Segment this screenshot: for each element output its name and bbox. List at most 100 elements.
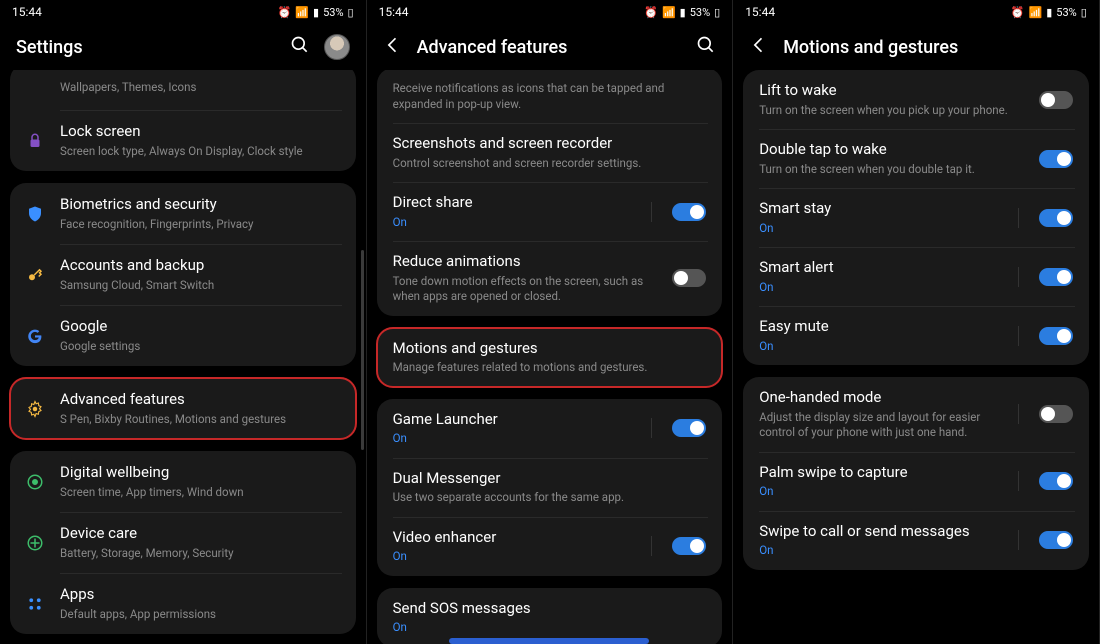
battery-icon: ▯ <box>348 6 354 19</box>
toggle-game-launcher[interactable] <box>672 419 706 437</box>
settings-row-apps[interactable]: Apps Default apps, App permissions <box>10 573 356 634</box>
battery-icon: ▯ <box>714 6 720 19</box>
signal-icon: ▮ <box>680 6 686 19</box>
row-video-enhancer[interactable]: Video enhancer On <box>377 517 723 576</box>
divider <box>1018 530 1019 550</box>
status-time: 15:44 <box>745 5 775 19</box>
row-smart-alert[interactable]: Smart alert On <box>743 247 1089 306</box>
page-title: Settings <box>16 37 276 58</box>
page-title: Advanced features <box>417 37 683 58</box>
status-bar: 15:44 ⏰ 📶 ▮ 53% ▯ <box>0 0 366 24</box>
row-double-tap[interactable]: Double tap to wake Turn on the screen wh… <box>743 129 1089 188</box>
battery-icon: ▯ <box>1081 6 1087 19</box>
alarm-icon: ⏰ <box>644 6 658 19</box>
settings-row-lockscreen[interactable]: Lock screen Screen lock type, Always On … <box>10 110 356 171</box>
shield-icon <box>24 203 46 225</box>
motions-list: Lift to wake Turn on the screen when you… <box>733 70 1099 644</box>
status-right: ⏰ 📶 ▮ 53% ▯ <box>644 6 720 19</box>
row-palm-swipe[interactable]: Palm swipe to capture On <box>743 452 1089 511</box>
toggle-direct-share[interactable] <box>672 203 706 221</box>
divider <box>651 536 652 556</box>
row-one-handed[interactable]: One-handed mode Adjust the display size … <box>743 377 1089 452</box>
alarm-icon: ⏰ <box>1011 6 1025 19</box>
battery-pct: 53% <box>690 6 710 19</box>
highlight-advanced-features: Advanced features S Pen, Bixby Routines,… <box>10 378 356 439</box>
wifi-icon: 📶 <box>1029 6 1043 19</box>
divider <box>651 202 652 222</box>
row-game-launcher[interactable]: Game Launcher On <box>377 399 723 458</box>
status-right: ⏰ 📶 ▮ 53% ▯ <box>278 6 354 19</box>
battery-pct: 53% <box>1056 6 1076 19</box>
row-smart-stay[interactable]: Smart stay On <box>743 188 1089 247</box>
themes-icon <box>24 76 46 98</box>
advanced-list: Receive notifications as icons that can … <box>367 70 733 644</box>
header: Motions and gestures <box>733 24 1099 70</box>
row-easy-mute[interactable]: Easy mute On <box>743 306 1089 365</box>
row-reduce-animations[interactable]: Reduce animations Tone down motion effec… <box>377 241 723 316</box>
wifi-icon: 📶 <box>662 6 676 19</box>
battery-pct: 53% <box>323 6 343 19</box>
header: Advanced features <box>367 24 733 70</box>
toggle-smart-stay[interactable] <box>1039 209 1073 227</box>
search-icon[interactable] <box>290 35 310 59</box>
settings-list: Wallpapers, Themes, Icons Lock screen Sc… <box>0 70 366 644</box>
apps-icon <box>24 593 46 615</box>
row-direct-share[interactable]: Direct share On <box>377 182 723 241</box>
status-right: ⏰ 📶 ▮ 53% ▯ <box>1011 6 1087 19</box>
row-lift-to-wake[interactable]: Lift to wake Turn on the screen when you… <box>743 70 1089 129</box>
phone-advanced: 15:44 ⏰ 📶 ▮ 53% ▯ Advanced features Rece… <box>367 0 734 644</box>
toggle-double-tap[interactable] <box>1039 150 1073 168</box>
settings-row-accounts[interactable]: Accounts and backup Samsung Cloud, Smart… <box>10 244 356 305</box>
back-icon[interactable] <box>749 35 769 59</box>
toggle-reduce-animations[interactable] <box>672 269 706 287</box>
scroll-indicator <box>449 638 649 644</box>
settings-row-google[interactable]: Google Google settings <box>10 305 356 366</box>
google-icon <box>24 325 46 347</box>
row-motions-gestures[interactable]: Motions and gestures Manage features rel… <box>377 328 723 387</box>
device-care-icon <box>24 532 46 554</box>
wellbeing-icon <box>24 471 46 493</box>
divider <box>1018 326 1019 346</box>
search-icon[interactable] <box>696 35 716 59</box>
signal-icon: ▮ <box>1046 6 1052 19</box>
divider <box>1018 267 1019 287</box>
page-title: Motions and gestures <box>783 37 1083 58</box>
header: Settings <box>0 24 366 70</box>
lock-icon <box>24 130 46 152</box>
toggle-lift-to-wake[interactable] <box>1039 91 1073 109</box>
row-sos[interactable]: Send SOS messages On <box>377 588 723 644</box>
divider <box>1018 471 1019 491</box>
phone-settings: 15:44 ⏰ 📶 ▮ 53% ▯ Settings Wallpapers, T… <box>0 0 367 644</box>
status-bar: 15:44 ⏰ 📶 ▮ 53% ▯ <box>733 0 1099 24</box>
row-swipe-to-call[interactable]: Swipe to call or send messages On <box>743 511 1089 570</box>
alarm-icon: ⏰ <box>278 6 292 19</box>
divider <box>1018 208 1019 228</box>
highlight-motions: Motions and gestures Manage features rel… <box>377 328 723 387</box>
toggle-one-handed[interactable] <box>1039 405 1073 423</box>
row-screenshots[interactable]: Screenshots and screen recorder Control … <box>377 123 723 182</box>
status-time: 15:44 <box>12 5 42 19</box>
phone-motions: 15:44 ⏰ 📶 ▮ 53% ▯ Motions and gestures L… <box>733 0 1100 644</box>
settings-row-themes[interactable]: Wallpapers, Themes, Icons <box>10 70 356 110</box>
toggle-smart-alert[interactable] <box>1039 268 1073 286</box>
scrollbar[interactable] <box>361 250 364 450</box>
divider <box>651 418 652 438</box>
settings-row-advanced[interactable]: Advanced features S Pen, Bixby Routines,… <box>10 378 356 439</box>
signal-icon: ▮ <box>313 6 319 19</box>
toggle-easy-mute[interactable] <box>1039 327 1073 345</box>
gear-icon <box>24 398 46 420</box>
settings-row-wellbeing[interactable]: Digital wellbeing Screen time, App timer… <box>10 451 356 512</box>
status-bar: 15:44 ⏰ 📶 ▮ 53% ▯ <box>367 0 733 24</box>
wifi-icon: 📶 <box>295 6 309 19</box>
toggle-swipe-to-call[interactable] <box>1039 531 1073 549</box>
row-dual-messenger[interactable]: Dual Messenger Use two separate accounts… <box>377 458 723 517</box>
divider <box>1018 404 1019 424</box>
toggle-video-enhancer[interactable] <box>672 537 706 555</box>
toggle-palm-swipe[interactable] <box>1039 472 1073 490</box>
avatar[interactable] <box>324 34 350 60</box>
settings-row-biometrics[interactable]: Biometrics and security Face recognition… <box>10 183 356 244</box>
settings-row-devicecare[interactable]: Device care Battery, Storage, Memory, Se… <box>10 512 356 573</box>
key-icon <box>24 264 46 286</box>
back-icon[interactable] <box>383 35 403 59</box>
row-smart-popup[interactable]: Receive notifications as icons that can … <box>377 70 723 123</box>
